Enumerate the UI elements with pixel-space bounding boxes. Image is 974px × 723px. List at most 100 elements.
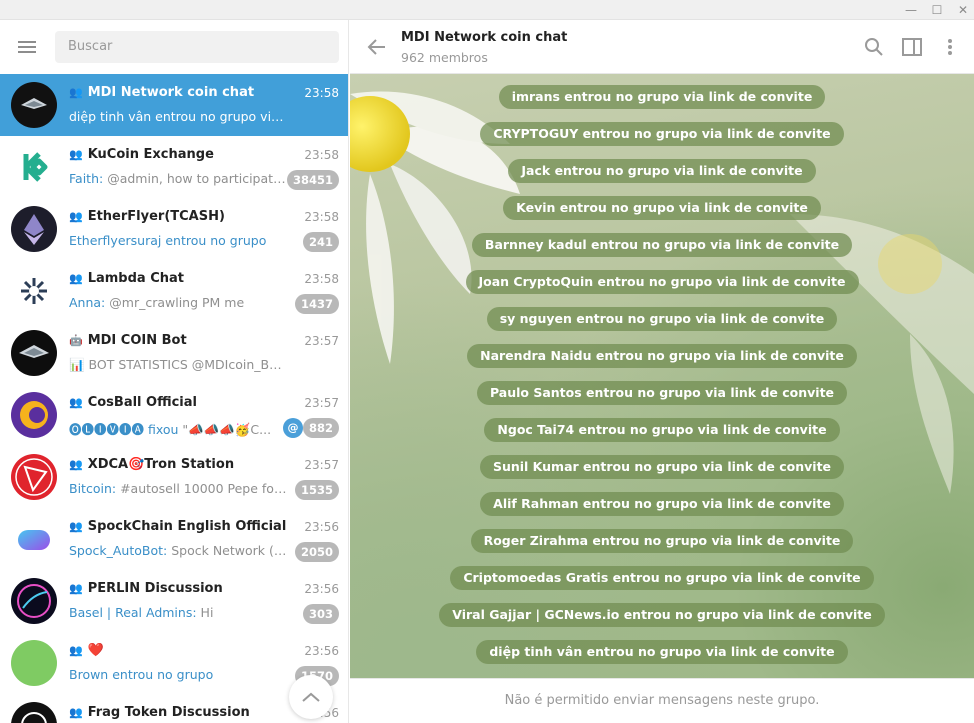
chat-time: 23:56 — [304, 644, 339, 658]
avatar — [11, 516, 57, 562]
more-options-icon[interactable] — [939, 36, 961, 58]
unread-badge: 303 — [302, 604, 339, 624]
preview-sender: Basel | Real Admins: — [69, 605, 197, 620]
preview-sender: Etherflyersuraj entrou no grupo — [69, 233, 267, 248]
preview-sender: 🅞🅛🅘🅥🅘🅐 fixou — [69, 422, 179, 437]
chat-title: Lambda Chat — [87, 271, 184, 286]
service-message: Paulo Santos entrou no grupo via link de… — [476, 381, 848, 405]
search-input[interactable]: Buscar — [55, 31, 339, 63]
service-message: CRYPTOGUY entrou no grupo via link de co… — [480, 122, 844, 146]
group-icon: 👥 — [69, 86, 83, 99]
chat-item-lambda[interactable]: 👥 Lambda Chat 23:58 Anna: @mr_crawling PM… — [0, 260, 348, 322]
chat-title: CosBall Official — [87, 395, 197, 410]
chat-item-cosball[interactable]: 👥 CosBall Official 23:57 🅞🅛🅘🅥🅘🅐 fixou "📣📣… — [0, 384, 348, 446]
message-list: imrans entrou no grupo via link de convi… — [350, 74, 974, 664]
chat-title: PERLIN Discussion — [87, 581, 223, 596]
group-icon: 👥 — [69, 396, 83, 409]
chat-title: KuCoin Exchange — [87, 147, 214, 162]
service-message: diệp tinh vân entrou no grupo via link d… — [476, 640, 848, 664]
chat-item-kucoin[interactable]: 👥 KuCoin Exchange 23:58 Faith: @admin, ho… — [0, 136, 348, 198]
unread-badge: 882 — [302, 418, 339, 438]
preview-sender: Anna: — [69, 295, 106, 310]
hamburger-menu-icon[interactable] — [16, 39, 38, 55]
chat-list-panel: Buscar 👥 MDI Network coin chat 23:58 diệp… — [0, 20, 349, 723]
chat-preview: Spock Network (ww... — [171, 543, 289, 558]
avatar — [11, 702, 57, 723]
chat-item-xdca-tron[interactable]: 👥 XDCA🎯Tron Station 23:57 Bitcoin: #autos… — [0, 446, 348, 508]
maximize-icon[interactable]: ☐ — [926, 0, 948, 20]
group-icon: 👥 — [69, 706, 83, 719]
chat-time: 23:58 — [304, 272, 339, 286]
chat-time: 23:58 — [304, 86, 339, 100]
chat-preview: "📣📣📣🥳C... — [182, 422, 272, 437]
chat-title: MDI Network coin chat — [87, 85, 255, 100]
chat-wallpaper: imrans entrou no grupo via link de convi… — [350, 74, 974, 678]
close-icon[interactable]: ✕ — [952, 0, 974, 20]
cosball-logo-icon — [20, 401, 48, 429]
chat-title: ❤️ — [87, 643, 104, 658]
chat-item-perlin[interactable]: 👥 PERLIN Discussion 23:56 Basel | Real Ad… — [0, 570, 348, 632]
service-message: Narendra Naidu entrou no grupo via link … — [467, 344, 857, 368]
service-message: Criptomoedas Gratis entrou no grupo via … — [450, 566, 874, 590]
sidebar-toggle-icon[interactable] — [901, 36, 923, 58]
preview-sender: Spock_AutoBot: — [69, 543, 168, 558]
avatar — [11, 454, 57, 500]
service-message: imrans entrou no grupo via link de convi… — [498, 85, 826, 109]
group-icon: 👥 — [69, 210, 83, 223]
chat-time: 23:57 — [304, 458, 339, 472]
avatar — [11, 330, 57, 376]
preview-sender: Brown entrou no grupo — [69, 667, 214, 682]
chat-time: 23:58 — [304, 148, 339, 162]
avatar — [11, 144, 57, 190]
avatar — [11, 268, 57, 314]
chat-title: EtherFlyer(TCASH) — [87, 209, 225, 224]
spockchain-logo-icon — [18, 530, 50, 550]
mdi-logo-icon — [21, 98, 47, 109]
chat-preview: @admin, how to participate s... — [107, 171, 289, 186]
chat-time: 23:56 — [304, 582, 339, 596]
tron-logo-icon — [15, 458, 53, 496]
search-icon[interactable] — [863, 36, 885, 58]
chat-title: MDI COIN Bot — [87, 333, 187, 348]
composer-disabled-notice: Não é permitido enviar mensagens neste g… — [350, 678, 974, 723]
minimize-icon[interactable]: — — [900, 0, 922, 20]
service-message: Viral Gajjar | GCNews.io entrou no grupo… — [439, 603, 885, 627]
chat-time: 23:56 — [304, 520, 339, 534]
unread-badge: 38451 — [286, 170, 339, 190]
kucoin-logo-icon — [23, 152, 48, 182]
chat-item-mdi-network[interactable]: 👥 MDI Network coin chat 23:58 diệp tinh v… — [0, 74, 348, 136]
service-message: Sunil Kumar entrou no grupo via link de … — [479, 455, 845, 479]
chat-title: Frag Token Discussion — [87, 705, 250, 720]
bot-icon: 🤖 — [69, 334, 83, 347]
preview-sender: Faith: — [69, 171, 104, 186]
chat-time: 23:58 — [304, 210, 339, 224]
scroll-to-top-button[interactable] — [289, 675, 333, 719]
avatar — [11, 392, 57, 438]
group-icon: 👥 — [69, 272, 83, 285]
unread-badge: 2050 — [294, 542, 339, 562]
group-icon: 👥 — [69, 458, 83, 471]
perlin-logo-icon — [17, 584, 51, 618]
chat-time: 23:57 — [304, 334, 339, 348]
chat-list: 👥 MDI Network coin chat 23:58 diệp tinh v… — [0, 74, 348, 723]
chevron-up-icon — [302, 692, 320, 702]
chat-title: XDCA🎯Tron Station — [87, 457, 235, 472]
chat-item-etherflyer[interactable]: 👥 EtherFlyer(TCASH) 23:58 Etherflyersuraj… — [0, 198, 348, 260]
chat-item-spockchain[interactable]: 👥 SpockChain English Official 23:56 Spock… — [0, 508, 348, 570]
unread-badge: 1535 — [294, 480, 339, 500]
avatar — [11, 640, 57, 686]
avatar — [11, 578, 57, 624]
unread-badge: 1437 — [294, 294, 339, 314]
unread-badge: 241 — [302, 232, 339, 252]
chat-title[interactable]: MDI Network coin chat — [401, 30, 567, 45]
service-message: sy nguyen entrou no grupo via link de co… — [486, 307, 838, 331]
service-message: Alif Rahman entrou no grupo via link de … — [480, 492, 844, 516]
chat-preview: 📊 BOT STATISTICS @MDIcoin_Bot ◾ Cre... — [69, 357, 289, 372]
avatar — [11, 206, 57, 252]
service-message: Kevin entrou no grupo via link de convit… — [503, 196, 821, 220]
window-titlebar: — ☐ ✕ — [0, 0, 974, 20]
conversation-panel: MDI Network coin chat 962 membros imrans… — [350, 20, 974, 723]
chat-item-mdi-coin-bot[interactable]: 🤖 MDI COIN Bot 23:57 📊 BOT STATISTICS @MD… — [0, 322, 348, 384]
ethereum-logo-icon — [24, 214, 44, 245]
back-arrow-icon[interactable] — [366, 36, 388, 58]
